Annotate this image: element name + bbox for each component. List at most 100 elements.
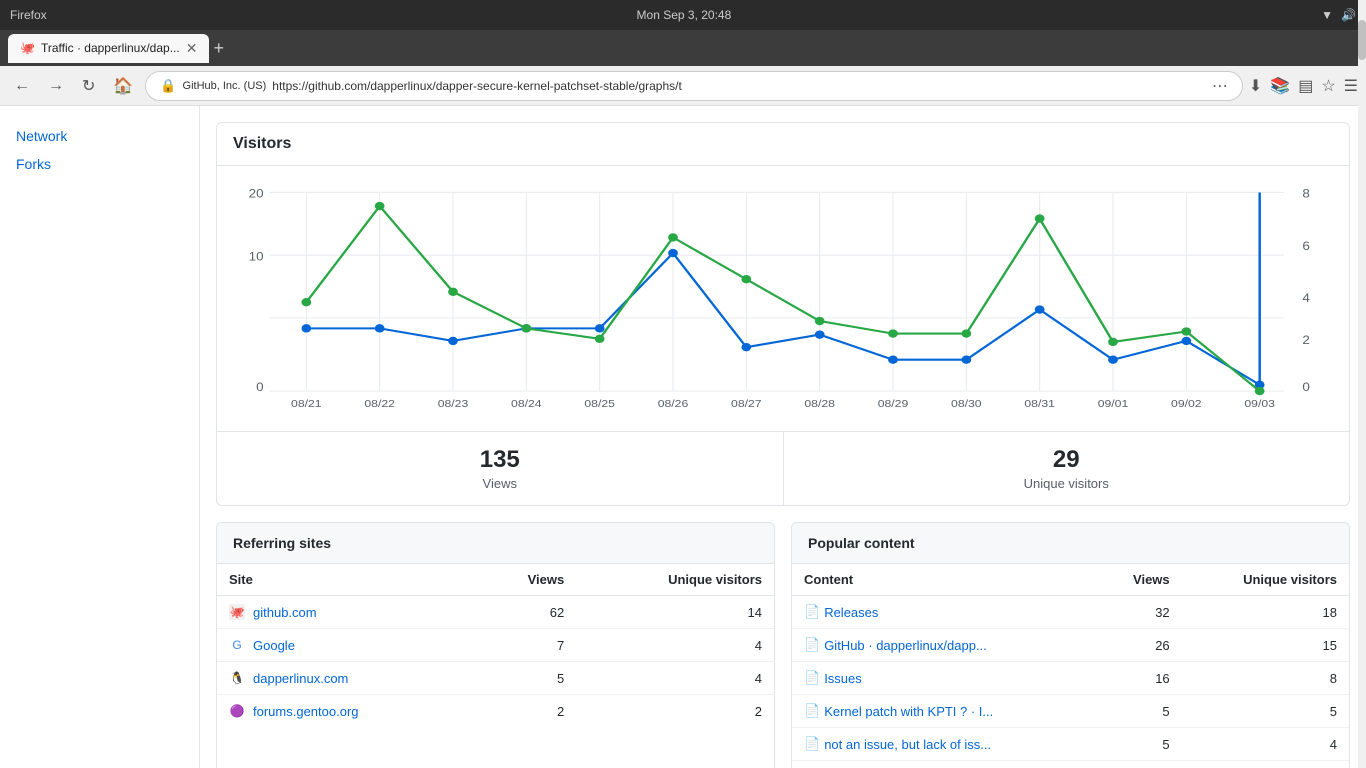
library-icon[interactable]: 📚 (1270, 76, 1290, 96)
active-tab[interactable]: 🐙 Traffic · dapperlinux/dap... ✕ (8, 34, 209, 63)
content-views: 26 (1096, 629, 1182, 662)
system-icons: ▼ 🔊 (1321, 8, 1356, 22)
security-lock-icon: 🔒 (160, 78, 176, 94)
referring-sites-header-row: Site Views Unique visitors (217, 564, 774, 596)
col-views: Views (475, 564, 577, 596)
tab-title: Traffic · dapperlinux/dap... (41, 41, 180, 55)
table-row: 📄 Releases 32 18 (792, 596, 1349, 629)
table-row: 📄 Add retpoline support · Issu... 4 4 (792, 761, 1349, 768)
referring-sites-table: Site Views Unique visitors 🐙 github.com … (217, 564, 774, 727)
site-icon: 🐧 (229, 670, 245, 686)
svg-text:8: 8 (1302, 188, 1310, 201)
site-link[interactable]: github.com (253, 605, 317, 620)
content-unique: 8 (1182, 662, 1349, 695)
content-link[interactable]: Kernel patch with KPTI ? · I... (824, 704, 993, 719)
table-row: 📄 not an issue, but lack of iss... 5 4 (792, 728, 1349, 761)
page-container: Network Forks Visitors 20 10 0 8 6 4 2 0 (0, 106, 1366, 768)
svg-text:08/29: 08/29 (878, 398, 909, 409)
content-page-icon: 📄 (804, 604, 820, 620)
site-link[interactable]: Google (253, 638, 295, 653)
downloads-icon[interactable]: ⬇ (1249, 76, 1262, 96)
address-text: https://github.com/dapperlinux/dapper-se… (272, 79, 1206, 93)
site-icon: 🟣 (229, 703, 245, 719)
svg-text:08/31: 08/31 (1024, 398, 1055, 409)
referring-sites-section: Referring sites Site Views Unique visito… (216, 522, 775, 768)
site-views: 5 (475, 662, 577, 695)
site-icon: 🐙 (229, 604, 245, 620)
site-unique: 14 (576, 596, 774, 629)
content-link[interactable]: not an issue, but lack of iss... (824, 737, 991, 752)
site-views: 7 (475, 629, 577, 662)
popular-content-table: Content Views Unique visitors 📄 Releases… (792, 564, 1349, 768)
table-row: 🐙 github.com 62 14 (217, 596, 774, 629)
forward-button[interactable]: → (42, 73, 70, 99)
site-views: 2 (475, 695, 577, 728)
site-cell: G Google (217, 629, 475, 662)
svg-text:08/27: 08/27 (731, 398, 762, 409)
content-link[interactable]: Releases (824, 605, 878, 620)
content-cell: 📄 Add retpoline support · Issu... (792, 761, 1096, 768)
svg-text:0: 0 (1302, 381, 1310, 394)
sidebar: Network Forks (0, 106, 200, 768)
col-views: Views (1096, 564, 1182, 596)
site-unique: 2 (576, 695, 774, 728)
svg-text:0: 0 (256, 381, 264, 394)
content-cell: 📄 Releases (792, 596, 1096, 629)
svg-text:20: 20 (249, 188, 264, 201)
svg-text:08/26: 08/26 (658, 398, 689, 409)
site-views: 62 (475, 596, 577, 629)
svg-text:08/30: 08/30 (951, 398, 982, 409)
svg-text:6: 6 (1302, 240, 1310, 253)
content-link[interactable]: GitHub · dapperlinux/dapp... (824, 638, 987, 653)
content-unique: 18 (1182, 596, 1349, 629)
content-page-icon: 📄 (804, 736, 820, 752)
site-link[interactable]: dapperlinux.com (253, 671, 348, 686)
unique-label: Unique visitors (798, 476, 1336, 491)
svg-text:08/21: 08/21 (291, 398, 322, 409)
tab-bar: 🐙 Traffic · dapperlinux/dap... ✕ + (0, 30, 1366, 66)
back-button[interactable]: ← (8, 73, 36, 99)
tab-close-button[interactable]: ✕ (186, 40, 198, 57)
unique-stat: 29 Unique visitors (784, 432, 1350, 505)
visitors-section: Visitors 20 10 0 8 6 4 2 0 (216, 122, 1350, 506)
content-views: 16 (1096, 662, 1182, 695)
browser-name: Firefox (10, 8, 47, 22)
views-stat: 135 Views (217, 432, 784, 505)
site-link[interactable]: forums.gentoo.org (253, 704, 359, 719)
new-tab-button[interactable]: + (213, 38, 224, 59)
svg-text:09/02: 09/02 (1171, 398, 1202, 409)
home-button[interactable]: 🏠 (107, 72, 139, 100)
col-unique: Unique visitors (1182, 564, 1349, 596)
popular-content-section: Popular content Content Views Unique vis… (791, 522, 1350, 768)
content-cell: 📄 Issues (792, 662, 1096, 695)
address-bar[interactable]: 🔒 GitHub, Inc. (US) https://github.com/d… (145, 71, 1243, 101)
content-views: 4 (1096, 761, 1182, 768)
content-unique: 15 (1182, 629, 1349, 662)
bookmark-icon[interactable]: ☆ (1321, 76, 1335, 96)
content-views: 5 (1096, 728, 1182, 761)
main-content: Visitors 20 10 0 8 6 4 2 0 (200, 106, 1366, 768)
content-views: 5 (1096, 695, 1182, 728)
popular-content-header-row: Content Views Unique visitors (792, 564, 1349, 596)
sidebar-toggle-icon[interactable]: ▤ (1298, 76, 1313, 96)
site-icon: G (229, 637, 245, 653)
site-unique: 4 (576, 662, 774, 695)
table-row: 📄 GitHub · dapperlinux/dapp... 26 15 (792, 629, 1349, 662)
views-count: 135 (231, 446, 769, 474)
sidebar-item-forks[interactable]: Forks (0, 150, 199, 178)
content-page-icon: 📄 (804, 670, 820, 686)
svg-text:09/01: 09/01 (1098, 398, 1129, 409)
clock: Mon Sep 3, 20:48 (55, 8, 1313, 22)
svg-text:09/03: 09/03 (1244, 398, 1275, 409)
more-options-icon[interactable]: ⋯ (1212, 76, 1228, 96)
content-link[interactable]: Issues (824, 671, 862, 686)
sidebar-item-network[interactable]: Network (0, 122, 199, 150)
site-unique: 4 (576, 629, 774, 662)
menu-button[interactable]: ☰ (1344, 76, 1358, 96)
table-row: 📄 Kernel patch with KPTI ? · I... 5 5 (792, 695, 1349, 728)
scrollbar[interactable] (1358, 106, 1366, 768)
reload-button[interactable]: ↻ (76, 72, 101, 100)
col-content: Content (792, 564, 1096, 596)
content-cell: 📄 Kernel patch with KPTI ? · I... (792, 695, 1096, 728)
content-views: 32 (1096, 596, 1182, 629)
